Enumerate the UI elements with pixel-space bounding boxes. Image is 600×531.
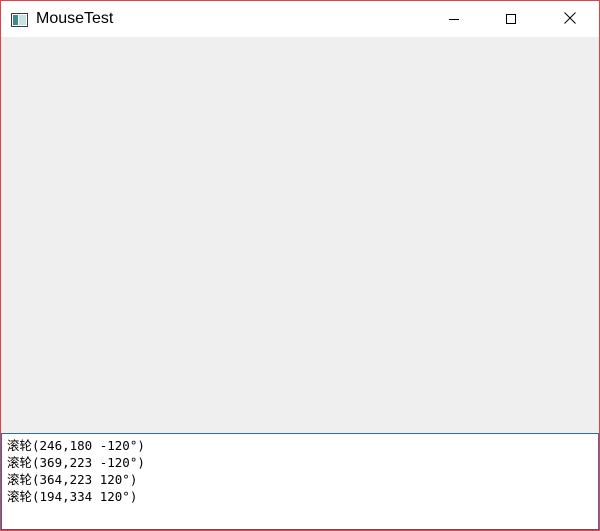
app-window-icon [11,12,28,27]
maximize-icon [505,10,517,29]
event-log-textbox[interactable]: 滚轮(246,180 -120°) 滚轮(369,223 -120°) 滚轮(3… [1,433,599,530]
title-bar[interactable]: MouseTest [1,1,599,37]
log-line: 滚轮(369,223 -120°) [7,455,145,470]
window-title: MouseTest [36,10,114,27]
event-log-lines: 滚轮(246,180 -120°) 滚轮(369,223 -120°) 滚轮(3… [7,437,145,505]
close-icon [563,10,577,29]
minimize-button[interactable] [431,1,477,37]
maximize-button[interactable] [488,1,534,37]
close-button[interactable] [547,1,593,37]
minimize-icon [448,10,460,29]
log-line: 滚轮(364,223 120°) [7,472,138,487]
log-line: 滚轮(194,334 120°) [7,489,138,504]
mouse-test-canvas[interactable] [1,37,599,433]
log-line: 滚轮(246,180 -120°) [7,438,145,453]
app-window: MouseTest 滚轮(246,180 -120°) 滚轮(369,223 -… [0,0,600,531]
